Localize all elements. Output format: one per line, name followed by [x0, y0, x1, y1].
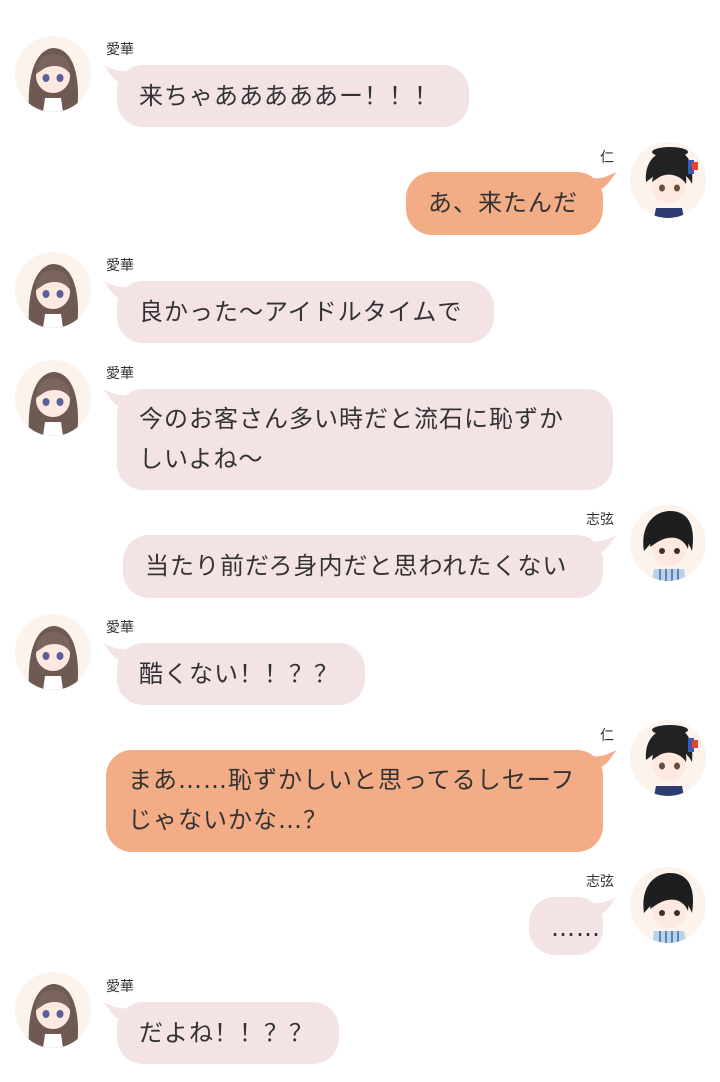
bubble-tail: [103, 998, 129, 1020]
speaker-name: 仁: [600, 150, 614, 166]
speaker-name: 愛華: [106, 979, 134, 995]
avatar[interactable]: [15, 614, 91, 690]
message-bubble: 今のお客さん多い時だと流石に恥ずか しいよね〜: [103, 389, 613, 490]
message-text-line: 今のお客さん多い時だと流石に恥ずか: [139, 405, 564, 433]
message-text: だよね！！？？: [139, 1019, 314, 1047]
message-bubble: まあ……恥ずかしいと思ってるしセーフ じゃないかな…？: [106, 750, 617, 852]
message-bubble: 当たり前だろ身内だと思われたくない: [123, 535, 617, 598]
speaker-name: 愛華: [106, 42, 134, 58]
message-text-line: しいよね〜: [139, 445, 264, 473]
speaker-name: 愛華: [106, 366, 134, 382]
message-text: 良かった〜アイドルタイムで: [139, 298, 463, 326]
avatar[interactable]: [15, 252, 91, 328]
bubble-tail: [591, 746, 617, 768]
message-bubble: ……: [529, 897, 617, 955]
message-text: 酷くない！！？？: [139, 660, 339, 688]
message-text-line: まあ……恥ずかしいと思ってるしセーフ: [128, 766, 576, 794]
message-bubble: 良かった〜アイドルタイムで: [103, 281, 494, 343]
speaker-name: 仁: [600, 728, 614, 744]
message-text: 当たり前だろ身内だと思われたくない: [145, 552, 568, 580]
message-bubble: 酷くない！！？？: [103, 643, 365, 705]
message-bubble: あ、来たんだ: [406, 172, 617, 235]
message-bubble: だよね！！？？: [103, 1002, 339, 1064]
speaker-name: 愛華: [106, 258, 134, 274]
bubble-tail: [591, 168, 617, 190]
avatar[interactable]: [630, 720, 706, 796]
avatar[interactable]: [15, 972, 91, 1048]
speaker-name: 志弦: [586, 874, 614, 890]
avatar[interactable]: [15, 360, 91, 436]
avatar[interactable]: [630, 505, 706, 581]
bubble-tail: [103, 61, 129, 83]
message-bubble: 来ちゃあああああー！！！: [103, 65, 469, 127]
avatar[interactable]: [630, 867, 706, 943]
message-text: 来ちゃあああああー！！！: [139, 82, 439, 110]
bubble-tail: [103, 277, 129, 299]
bubble-tail: [591, 893, 617, 915]
speaker-name: 愛華: [106, 620, 134, 636]
bubble-tail: [103, 385, 129, 407]
speaker-name: 志弦: [586, 512, 614, 528]
message-text: ……: [551, 914, 601, 942]
bubble-tail: [591, 531, 617, 553]
avatar[interactable]: [630, 142, 706, 218]
bubble-tail: [103, 639, 129, 661]
avatar[interactable]: [15, 36, 91, 112]
message-text-line: じゃないかな…？: [128, 806, 328, 834]
message-text: あ、来たんだ: [428, 189, 578, 217]
